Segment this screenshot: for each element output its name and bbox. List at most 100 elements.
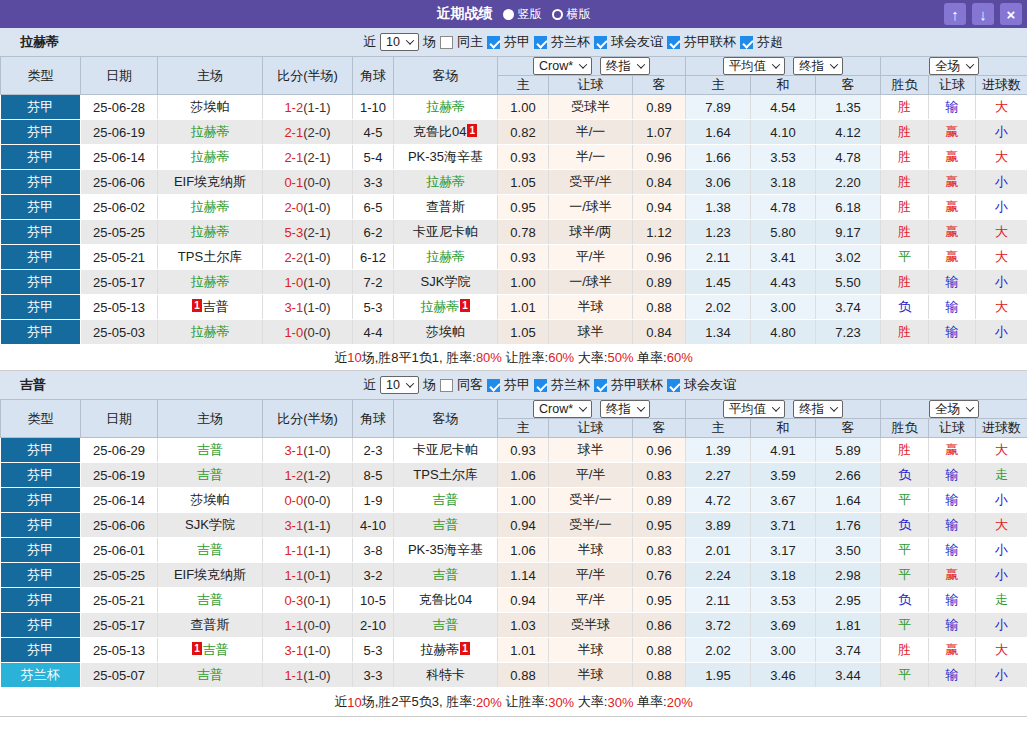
home-team-cell: 莎埃帕 xyxy=(158,95,263,120)
league-checkbox-3[interactable] xyxy=(667,36,680,49)
league-checkbox-1[interactable] xyxy=(534,379,547,392)
chevron-down-icon xyxy=(966,60,974,68)
result-goals-cell: 大 xyxy=(976,95,1027,120)
avg-stage-select-value: 终指 xyxy=(799,58,824,75)
team-label: 莎埃帕 xyxy=(426,324,465,339)
team-label: 拉赫蒂 xyxy=(191,224,230,239)
summary-text: 单率: xyxy=(633,693,666,711)
recent-count-select[interactable]: 10 xyxy=(380,376,419,394)
date-cell: 25-05-21 xyxy=(81,588,158,613)
filter-bar: 近10场同客芬甲芬兰杯芬甲联杯球会友谊 xyxy=(363,376,736,394)
home-team-cell: EIF埃克纳斯 xyxy=(158,170,263,195)
result-handicap-cell: 赢 xyxy=(929,145,976,170)
team-label: 吉普 xyxy=(203,642,229,657)
avg-draw-cell: 3.41 xyxy=(751,245,816,270)
result-handicap-cell: 输 xyxy=(929,613,976,638)
same-venue-label: 同客 xyxy=(457,376,483,394)
summary-row: 近10场,胜2平5负3, 胜率:20% 让胜率:30% 大率:30% 单率:20… xyxy=(0,688,1027,717)
corners-cell: 3-2 xyxy=(353,563,394,588)
fulltime-score: 5-3 xyxy=(284,225,303,240)
league-checkbox-0[interactable] xyxy=(487,36,500,49)
avg-draw-cell: 4.78 xyxy=(751,195,816,220)
scope-select[interactable]: 全场 xyxy=(929,57,979,75)
league-checkbox-0[interactable] xyxy=(487,379,500,392)
fulltime-score: 1-2 xyxy=(284,100,303,115)
team-label: 莎埃帕 xyxy=(191,492,230,507)
same-venue-checkbox[interactable] xyxy=(440,379,453,392)
scope-select[interactable]: 全场 xyxy=(929,400,979,418)
summary-text: 10 xyxy=(347,695,361,710)
bookmaker-select[interactable]: Crow* xyxy=(533,400,592,418)
avg-home-cell: 1.45 xyxy=(686,270,751,295)
league-checkbox-3[interactable] xyxy=(667,379,680,392)
avg-home-cell: 2.11 xyxy=(686,588,751,613)
result-goals-cell: 小 xyxy=(976,270,1027,295)
away-team-cell: 拉赫蒂 xyxy=(394,95,498,120)
odds-stage-select[interactable]: 终指 xyxy=(600,57,650,75)
avg-home-cell: 2.01 xyxy=(686,538,751,563)
score-cell: 1-2(1-2) xyxy=(263,463,353,488)
summary-text: 单率: xyxy=(633,349,666,367)
average-select[interactable]: 平均值 xyxy=(723,400,786,418)
score-cell: 3-1(1-1) xyxy=(263,513,353,538)
result-goals-cell: 走 xyxy=(976,588,1027,613)
home-team-cell: 拉赫蒂 xyxy=(158,195,263,220)
fulltime-score: 1-1 xyxy=(284,543,303,558)
team-section-2: 吉普近10场同客芬甲芬兰杯芬甲联杯球会友谊类型日期主场比分(半场)角球客场Cro… xyxy=(0,371,1027,717)
handicap-cell: 球半 xyxy=(549,320,633,345)
layout-radio-horizontal[interactable]: 横版 xyxy=(552,6,591,23)
odds-home-cell: 1.06 xyxy=(498,538,549,563)
team-label: 拉赫蒂 xyxy=(426,99,465,114)
avg-away-cell: 1.64 xyxy=(816,488,881,513)
league-cell: 芬甲 xyxy=(1,220,81,245)
close-button[interactable]: × xyxy=(1000,3,1022,25)
avg-stage-select[interactable]: 终指 xyxy=(793,400,843,418)
league-checkbox-2[interactable] xyxy=(594,379,607,392)
halftime-score: (0-1) xyxy=(303,593,330,608)
result-handicap-cell: 赢 xyxy=(929,438,976,463)
avg-draw-cell: 3.46 xyxy=(751,663,816,688)
result-goals-cell: 走 xyxy=(976,463,1027,488)
column-header: 客 xyxy=(633,419,686,438)
move-up-button[interactable]: ↑ xyxy=(944,3,966,25)
league-checkbox-2[interactable] xyxy=(594,36,607,49)
average-select-value: 平均值 xyxy=(729,401,767,418)
league-cell: 芬甲 xyxy=(1,488,81,513)
move-down-button[interactable]: ↓ xyxy=(972,3,994,25)
home-team-cell: 莎埃帕 xyxy=(158,488,263,513)
column-header: 和 xyxy=(751,419,816,438)
corners-cell: 3-3 xyxy=(353,170,394,195)
odds-home-cell: 1.01 xyxy=(498,295,549,320)
bookmaker-select[interactable]: Crow* xyxy=(533,57,592,75)
avg-away-cell: 5.50 xyxy=(816,270,881,295)
halftime-score: (0-0) xyxy=(303,175,330,190)
league-checkbox-1[interactable] xyxy=(534,36,547,49)
result-handicap-cell: 输 xyxy=(929,95,976,120)
score-cell: 1-1(1-0) xyxy=(263,663,353,688)
corners-cell: 1-10 xyxy=(353,95,394,120)
avg-home-cell: 7.89 xyxy=(686,95,751,120)
summary-text: 60% xyxy=(667,350,693,365)
league-checkbox-4[interactable] xyxy=(740,36,753,49)
recent-count-select-value: 10 xyxy=(386,378,400,392)
scope-select-value: 全场 xyxy=(935,58,960,75)
score-cell: 2-1(2-1) xyxy=(263,145,353,170)
chevron-down-icon xyxy=(406,379,414,387)
window-buttons: ↑ ↓ × xyxy=(944,3,1022,25)
away-team-cell: 吉普 xyxy=(394,613,498,638)
odds-stage-select[interactable]: 终指 xyxy=(600,400,650,418)
team-label: 拉赫蒂 xyxy=(191,274,230,289)
avg-stage-select[interactable]: 终指 xyxy=(793,57,843,75)
corners-cell: 2-3 xyxy=(353,438,394,463)
odds-away-cell: 0.96 xyxy=(633,145,686,170)
league-checkbox-label: 球会友谊 xyxy=(684,376,736,394)
average-select[interactable]: 平均值 xyxy=(723,57,786,75)
column-header: 让球 xyxy=(929,419,976,438)
rank-badge: 1 xyxy=(192,299,202,312)
same-venue-checkbox[interactable] xyxy=(440,36,453,49)
recent-count-select[interactable]: 10 xyxy=(380,33,419,51)
halftime-score: (1-0) xyxy=(303,200,330,215)
average-dropdown-group: 平均值 终指 xyxy=(686,400,881,419)
fulltime-score: 1-1 xyxy=(284,668,303,683)
layout-radio-vertical[interactable]: 竖版 xyxy=(503,6,542,23)
